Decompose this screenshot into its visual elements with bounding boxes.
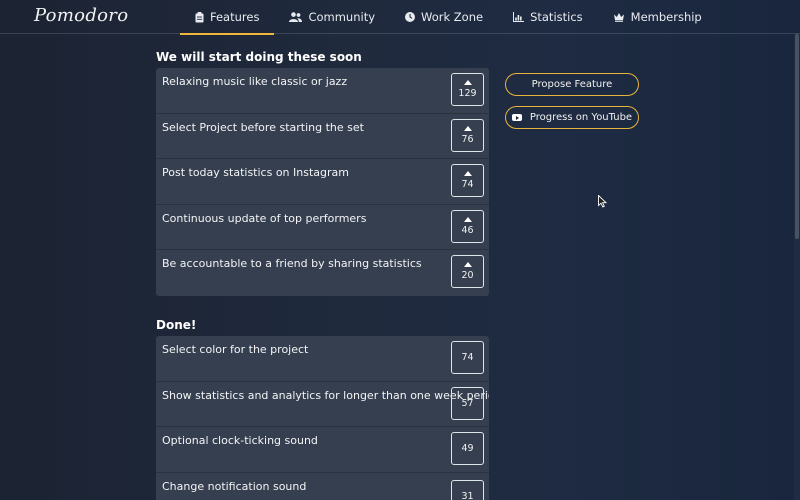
vote-count: 129 — [458, 88, 477, 99]
app-logo[interactable]: Pomodoro — [34, 5, 128, 26]
upvote-arrow-icon — [463, 80, 472, 85]
nav-statistics[interactable]: Statistics — [498, 0, 598, 34]
vote-count: 20 — [461, 270, 474, 281]
crown-icon — [613, 12, 625, 22]
upcoming-feature-list: Relaxing music like classic or jazz 129 … — [156, 68, 489, 296]
feature-row: Relaxing music like classic or jazz 129 — [156, 68, 489, 114]
nav-community-label: Community — [308, 10, 376, 24]
vote-count: 46 — [461, 224, 474, 236]
vote-count-box: 31 — [451, 479, 484, 500]
feature-text: Post today statistics on Instagram — [162, 166, 349, 179]
nav-membership-label: Membership — [630, 10, 702, 24]
upvote-button[interactable]: 129 — [451, 73, 484, 106]
upvote-arrow-icon — [463, 125, 472, 131]
nav-work-zone[interactable]: Work Zone — [390, 0, 498, 34]
clock-icon — [405, 12, 416, 22]
feature-text: Change notification sound — [162, 479, 307, 493]
feature-row: Be accountable to a friend by sharing st… — [156, 250, 489, 296]
page-scrollbar[interactable] — [794, 34, 800, 500]
vote-count: 57 — [461, 397, 474, 409]
feature-text: Be accountable to a friend by sharing st… — [162, 257, 422, 270]
top-navbar: Pomodoro Features Community Work Zone St… — [0, 0, 800, 35]
feature-row: Post today statistics on Instagram 74 — [156, 159, 489, 205]
vote-count: 74 — [461, 352, 474, 363]
propose-feature-label: Propose Feature — [531, 79, 613, 90]
upvote-button[interactable]: 46 — [451, 209, 484, 243]
nav-community[interactable]: Community — [274, 0, 390, 34]
scrollbar-thumb[interactable] — [795, 34, 799, 239]
vote-count: 49 — [461, 443, 474, 454]
feature-row: Change notification sound 31 — [156, 473, 489, 500]
bar-chart-icon — [513, 12, 525, 22]
vote-count-box: 49 — [451, 432, 484, 465]
nav-work-zone-label: Work Zone — [421, 10, 484, 24]
feature-row: Select Project before starting the set 7… — [156, 114, 489, 159]
feature-row: Optional clock-ticking sound 49 — [156, 427, 489, 473]
feature-text: Show statistics and analytics for longer… — [162, 388, 489, 402]
feature-text: Select color for the project — [162, 343, 309, 356]
vote-count-box: 74 — [451, 341, 484, 374]
mouse-pointer-icon — [598, 193, 608, 212]
feature-text: Select Project before starting the set — [162, 120, 364, 134]
feature-row: Show statistics and analytics for longer… — [156, 382, 489, 427]
upvote-arrow-icon — [463, 171, 472, 176]
nav-features-label: Features — [210, 10, 260, 24]
feature-row: Continuous update of top performers 46 — [156, 205, 489, 250]
vote-count: 76 — [461, 133, 474, 145]
upvote-button[interactable]: 20 — [451, 255, 484, 288]
done-section-title: Done! — [156, 318, 197, 332]
propose-feature-button[interactable]: Propose Feature — [505, 73, 639, 96]
upvote-arrow-icon — [463, 216, 472, 222]
vote-count-box: 57 — [451, 386, 484, 420]
feature-row: Select color for the project 74 — [156, 336, 489, 382]
upvote-button[interactable]: 74 — [451, 164, 484, 197]
nav-statistics-label: Statistics — [530, 10, 583, 24]
vote-count: 31 — [461, 490, 474, 500]
progress-youtube-label: Progress on YouTube — [529, 112, 633, 123]
users-icon — [289, 12, 303, 22]
upcoming-section-title: We will start doing these soon — [156, 50, 362, 64]
main-nav: Features Community Work Zone Statistics … — [180, 0, 717, 35]
feature-text: Optional clock-ticking sound — [162, 434, 318, 447]
done-feature-list: Select color for the project 74 Show sta… — [156, 336, 489, 500]
feature-text: Continuous update of top performers — [162, 211, 367, 225]
upvote-arrow-icon — [463, 262, 472, 267]
youtube-icon — [511, 114, 522, 121]
clipboard-icon — [195, 11, 204, 23]
progress-youtube-button[interactable]: Progress on YouTube — [505, 106, 639, 129]
nav-membership[interactable]: Membership — [598, 0, 717, 34]
upvote-button[interactable]: 76 — [451, 118, 484, 152]
vote-count: 74 — [461, 179, 474, 190]
feature-text: Relaxing music like classic or jazz — [162, 75, 348, 88]
nav-features[interactable]: Features — [180, 0, 275, 35]
